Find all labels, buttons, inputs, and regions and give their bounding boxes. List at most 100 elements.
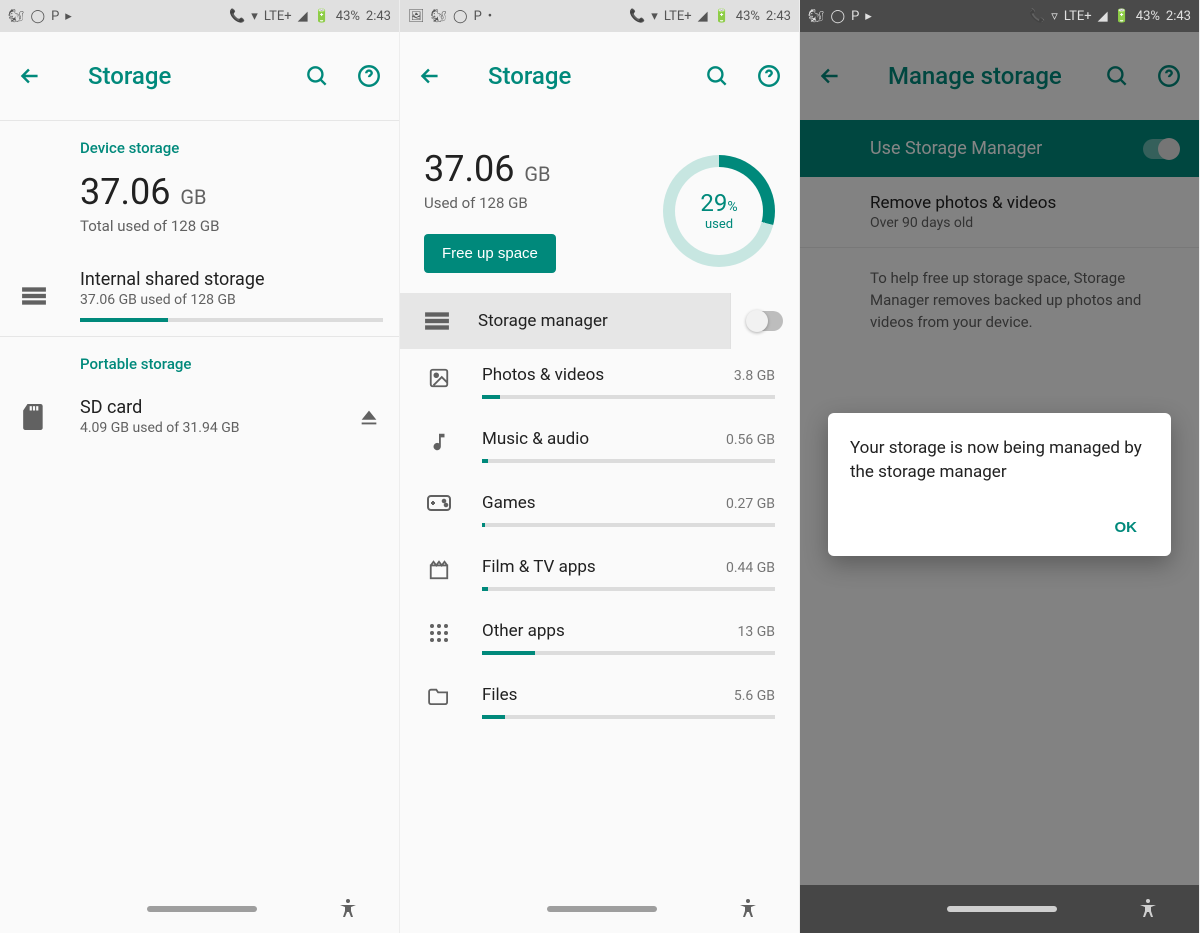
used-subtext: Used of 128 GB — [424, 194, 663, 212]
accessibility-icon[interactable] — [1136, 897, 1160, 921]
category-progress — [482, 523, 775, 527]
category-size: 0.56 GB — [726, 432, 775, 448]
status-bar: 🖼 🐿 ◯ P • 📞 ▾ LTE+ ◢ 🔋 43% 2:43 — [400, 0, 799, 32]
used-value: 37.06 — [80, 171, 170, 213]
internal-storage-item[interactable]: Internal shared storage 37.06 GB used of… — [0, 255, 399, 336]
category-row[interactable]: Files5.6 GB — [400, 669, 799, 733]
back-icon[interactable] — [416, 62, 444, 90]
status-app-icon: 🐿 — [808, 9, 825, 24]
wifi-icon: ▿ — [1051, 9, 1058, 24]
app-bar: Storage — [400, 32, 799, 120]
clock: 2:43 — [1166, 9, 1191, 24]
storage-manager-toggle[interactable] — [747, 311, 783, 331]
status-bar: 🐿 ◯ P ▸ 📞 ▾ LTE+ ◢ 🔋 43% 2:43 — [0, 0, 399, 32]
battery-pct: 43% — [1136, 9, 1160, 24]
status-app-icon: ◯ — [453, 9, 468, 24]
category-name: Photos & videos — [482, 365, 604, 385]
search-icon[interactable] — [703, 62, 731, 90]
folder-icon — [424, 685, 454, 705]
storage-manager-label: Storage manager — [478, 311, 702, 331]
battery-pct: 43% — [736, 9, 760, 24]
internal-progress — [80, 318, 383, 322]
status-app-icon: P — [474, 9, 482, 24]
game-icon — [424, 493, 454, 511]
internal-sub: 37.06 GB used of 128 GB — [80, 292, 383, 308]
eject-icon[interactable] — [355, 403, 383, 431]
category-row[interactable]: Film & TV apps0.44 GB — [400, 541, 799, 605]
accessibility-icon[interactable] — [336, 897, 360, 921]
nav-bar — [400, 885, 799, 933]
sd-sub: 4.09 GB used of 31.94 GB — [80, 420, 327, 436]
back-icon[interactable] — [16, 62, 44, 90]
status-app-icon: ◯ — [31, 9, 46, 24]
free-up-space-button[interactable]: Free up space — [424, 234, 556, 273]
page-title: Storage — [468, 62, 679, 90]
pct-symbol: % — [727, 199, 737, 215]
apps-icon — [424, 621, 454, 643]
app-bar: Storage — [0, 32, 399, 120]
storage-icon — [424, 311, 450, 331]
status-app-icon: 🐿 — [8, 9, 25, 24]
battery-icon: 🔋 — [1114, 9, 1130, 24]
clock: 2:43 — [366, 9, 391, 24]
storage-summary: 37.06 GB Used of 128 GB Free up space 29… — [400, 120, 799, 293]
category-progress — [482, 651, 775, 655]
status-app-icon: ▸ — [65, 9, 72, 24]
wifi-icon: ▾ — [651, 9, 658, 24]
battery-icon: 🔋 — [714, 9, 730, 24]
storage-manager-item[interactable]: Storage manager — [400, 293, 799, 349]
category-row[interactable]: Music & audio0.56 GB — [400, 413, 799, 477]
category-row[interactable]: Photos & videos 3.8 GB — [400, 349, 799, 413]
status-app-icon: ▸ — [865, 9, 872, 24]
category-progress — [482, 395, 775, 399]
category-size: 13 GB — [738, 624, 775, 640]
screen-storage-overview: 🐿 ◯ P ▸ 📞 ▾ LTE+ ◢ 🔋 43% 2:43 Storage De… — [0, 0, 400, 933]
nav-home-pill[interactable] — [547, 906, 657, 912]
pct-value: 29 — [700, 189, 727, 217]
help-icon[interactable] — [755, 62, 783, 90]
nav-bar — [800, 885, 1199, 933]
phone-icon: 📞 — [1029, 9, 1045, 24]
nav-home-pill[interactable] — [147, 906, 257, 912]
lte-indicator: LTE+ — [264, 9, 292, 24]
battery-icon: 🔋 — [314, 9, 330, 24]
film-icon — [424, 557, 454, 581]
confirmation-dialog: Your storage is now being managed by the… — [828, 413, 1171, 556]
category-size: 3.8 GB — [734, 368, 775, 384]
status-app-icon: ◯ — [831, 9, 846, 24]
category-progress — [482, 715, 775, 719]
status-app-icon: • — [488, 9, 492, 24]
category-row[interactable]: Other apps 13 GB — [400, 605, 799, 669]
used-subtext: Total used of 128 GB — [80, 217, 383, 235]
lte-indicator: LTE+ — [664, 9, 692, 24]
signal-icon: ◢ — [698, 9, 708, 24]
image-icon — [424, 365, 454, 389]
status-app-icon: P — [51, 9, 59, 24]
signal-icon: ◢ — [1098, 9, 1108, 24]
category-name: Other apps — [482, 621, 565, 641]
screen-storage-details: 🖼 🐿 ◯ P • 📞 ▾ LTE+ ◢ 🔋 43% 2:43 Storage — [400, 0, 800, 933]
category-row[interactable]: Games0.27 GB — [400, 477, 799, 541]
help-icon[interactable] — [355, 62, 383, 90]
used-unit: GB — [524, 162, 550, 186]
clock: 2:43 — [766, 9, 791, 24]
nav-home-pill[interactable] — [947, 906, 1057, 912]
used-value: 37.06 — [424, 148, 514, 190]
sd-card-item[interactable]: SD card 4.09 GB used of 31.94 GB — [0, 383, 399, 450]
sd-title: SD card — [80, 397, 327, 418]
category-progress — [482, 459, 775, 463]
category-name: Film & TV apps — [482, 557, 596, 577]
search-icon[interactable] — [303, 62, 331, 90]
lte-indicator: LTE+ — [1064, 9, 1092, 24]
status-app-icon: 🐿 — [431, 9, 448, 24]
portable-storage-header: Portable storage — [0, 337, 399, 383]
dialog-message: Your storage is now being managed by the… — [850, 437, 1149, 485]
storage-icon — [16, 286, 52, 306]
used-unit: GB — [180, 185, 206, 209]
dialog-ok-button[interactable]: OK — [1103, 509, 1150, 546]
music-icon — [424, 429, 454, 453]
wifi-icon: ▾ — [251, 9, 258, 24]
sd-card-icon — [16, 404, 52, 430]
accessibility-icon[interactable] — [736, 897, 760, 921]
usage-donut-chart: 29% used — [663, 155, 775, 267]
